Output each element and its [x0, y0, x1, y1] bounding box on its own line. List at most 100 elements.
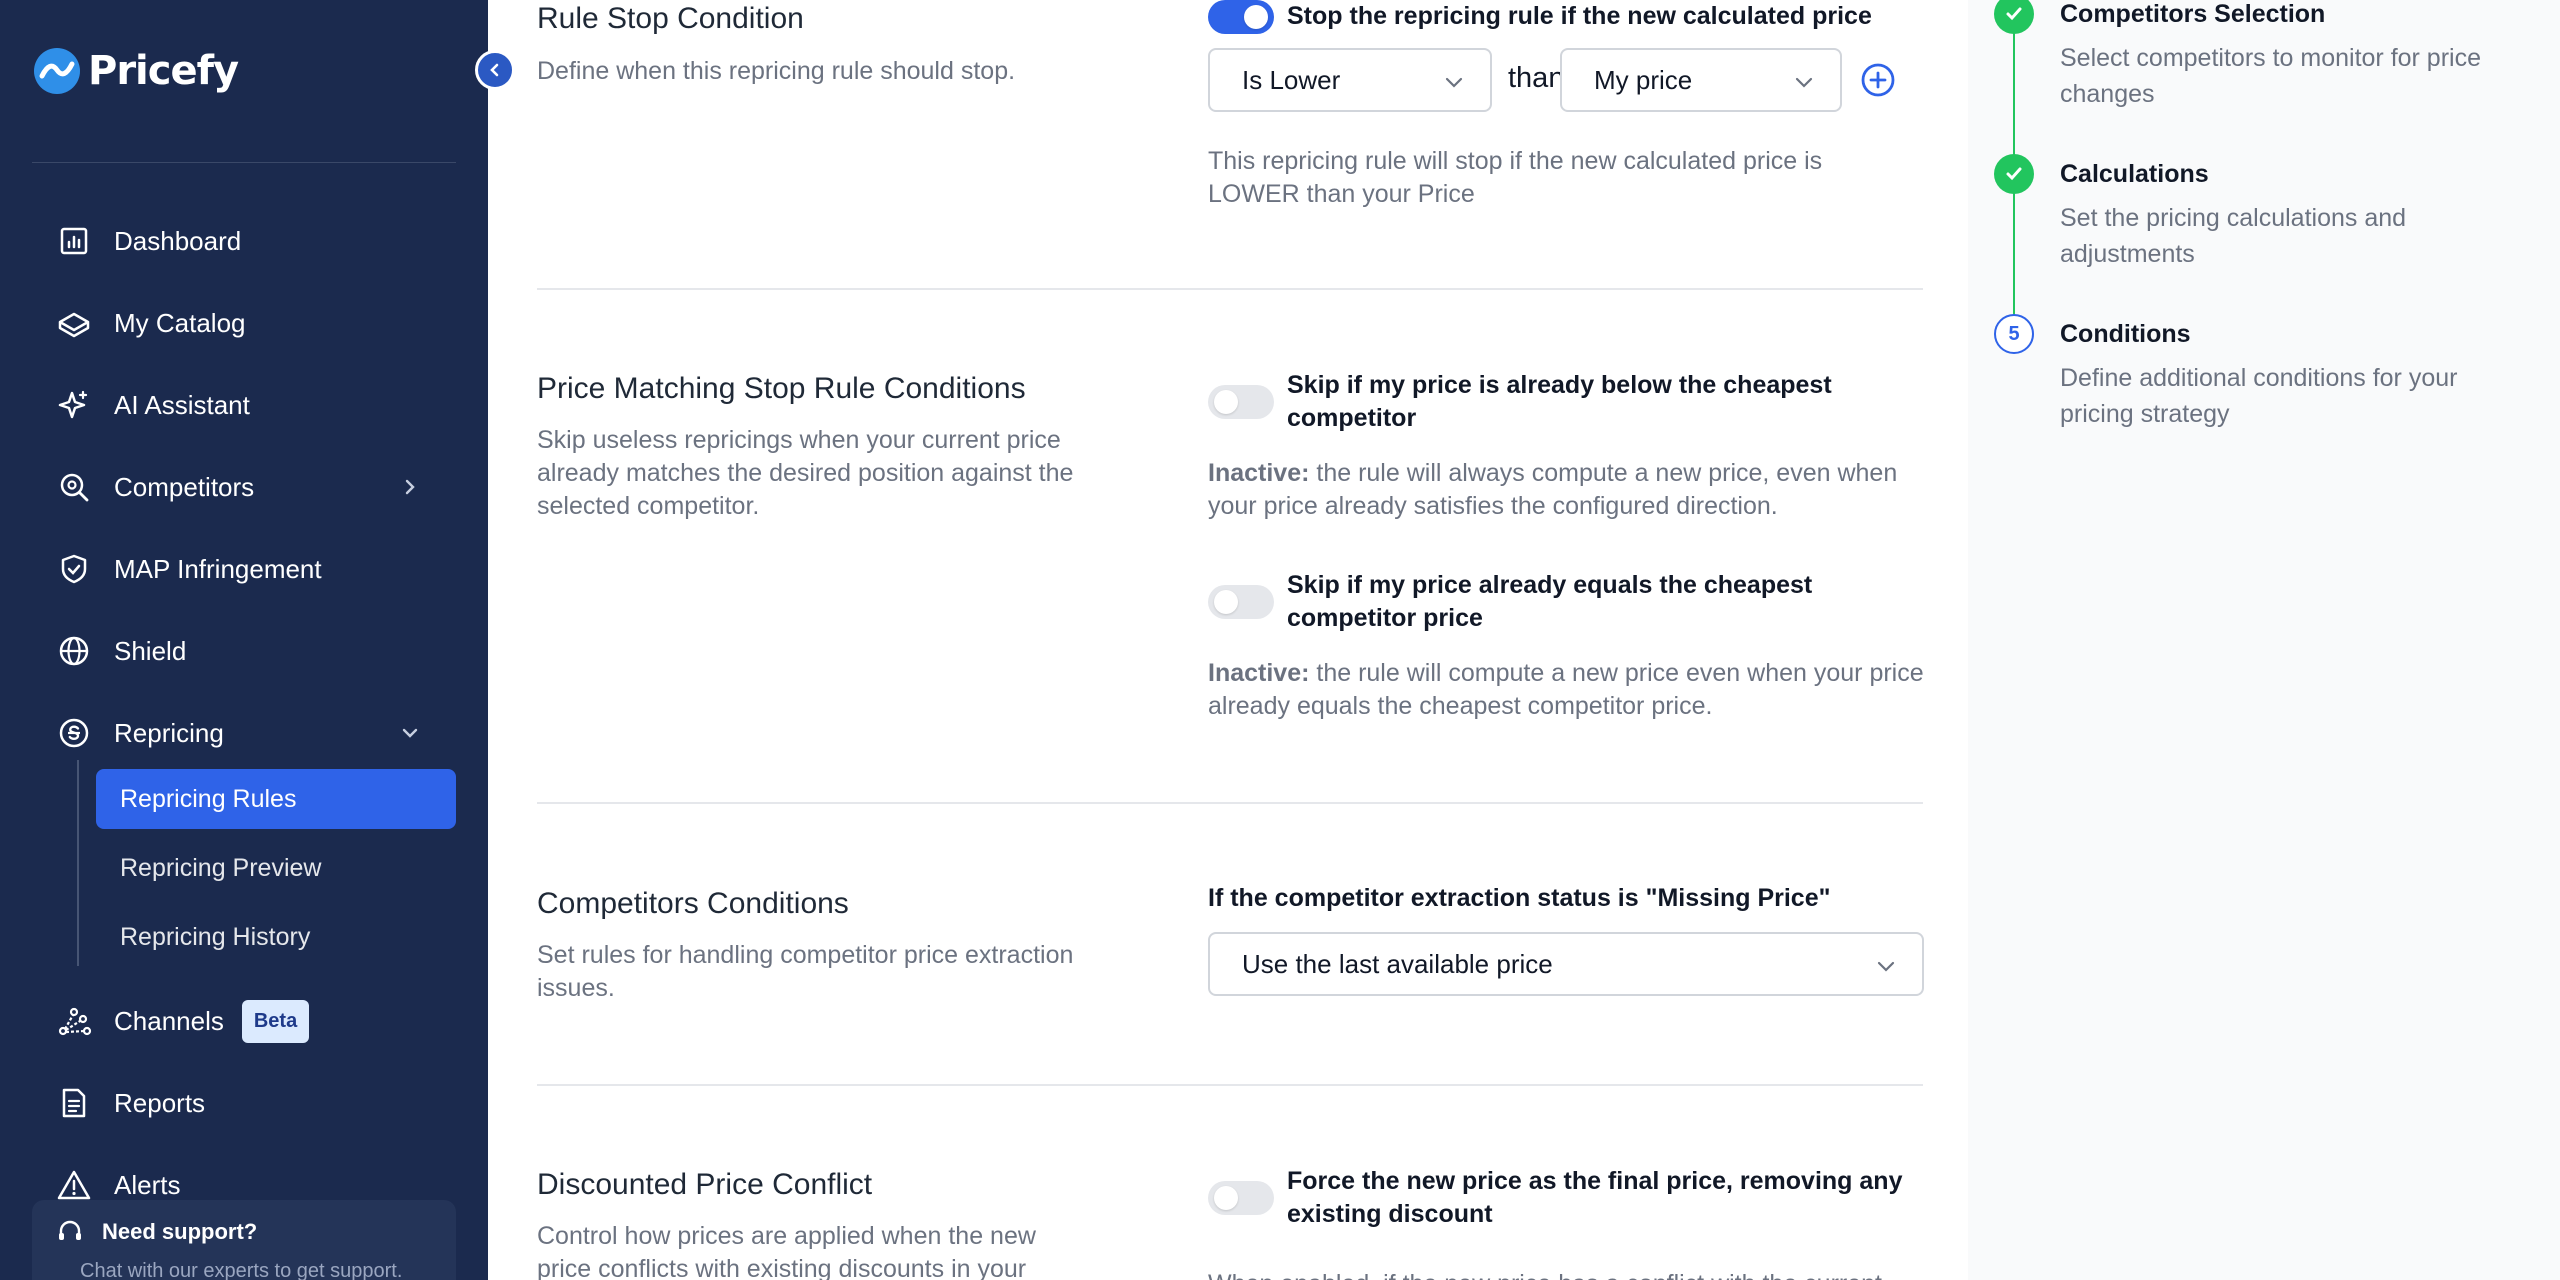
- sidebar-subitem-repricing-history[interactable]: Repricing History: [96, 907, 456, 967]
- chevron-down-icon: [396, 719, 424, 747]
- pricefy-logo[interactable]: Pricefy: [32, 46, 239, 96]
- reference-select[interactable]: My price: [1560, 48, 1842, 112]
- sidebar-item-map-infringement[interactable]: MAP Infringement: [56, 544, 322, 594]
- section-title-competitors-conditions: Competitors Conditions: [537, 887, 849, 920]
- skip-below-cheapest-help: Inactive: the rule will always compute a…: [1208, 457, 1928, 523]
- support-title: Need support?: [102, 1219, 258, 1244]
- skip-below-cheapest-toggle[interactable]: [1208, 385, 1274, 419]
- bar-chart-icon: [56, 223, 92, 259]
- globe-icon: [56, 633, 92, 669]
- section-desc-competitors-conditions: Set rules for handling competitor price …: [537, 941, 1074, 1002]
- support-subtitle: Chat with our experts to get support.: [80, 1260, 403, 1280]
- channels-icon: [56, 1003, 92, 1039]
- force-final-price-toggle[interactable]: [1208, 1181, 1274, 1215]
- step-connector: [2013, 186, 2015, 318]
- sidebar-item-shield[interactable]: Shield: [56, 626, 186, 676]
- sidebar-item-channels[interactable]: Channels Beta: [56, 996, 310, 1046]
- main-content: Rule Stop Condition Define when this rep…: [488, 0, 1968, 1280]
- chevron-left-icon: [490, 63, 499, 77]
- sidebar-item-reports[interactable]: Reports: [56, 1078, 205, 1128]
- sidebar-divider: [32, 162, 456, 163]
- help-text: the rule will always compute a new price…: [1208, 459, 1898, 520]
- chevron-down-icon: [1877, 961, 1895, 972]
- warning-icon: [56, 1167, 92, 1203]
- support-card[interactable]: Need support? Chat with our experts to g…: [32, 1200, 456, 1280]
- collapse-sidebar-button[interactable]: [475, 50, 515, 90]
- missing-price-select-value: Use the last available price: [1242, 948, 1553, 979]
- force-final-price-help: When enabled, if the new price has a con…: [1208, 1268, 1928, 1280]
- step-title-conditions[interactable]: Conditions: [2060, 320, 2191, 349]
- sidebar-item-repricing[interactable]: Repricing: [56, 708, 436, 758]
- section-desc-discounted: Control how prices are applied when the …: [537, 1222, 1036, 1280]
- stop-rule-toggle-label: Stop the repricing rule if the new calcu…: [1287, 2, 1872, 30]
- step-title-competitors-selection[interactable]: Competitors Selection: [2060, 0, 2325, 29]
- sidebar-item-label: Dashboard: [114, 225, 242, 256]
- step-desc: Set the pricing calculations and adjustm…: [2060, 204, 2407, 268]
- section-desc-rule-stop: Define when this repricing rule should s…: [537, 57, 1016, 85]
- force-final-price-label: Force the new price as the final price, …: [1287, 1167, 1903, 1228]
- document-icon: [56, 1085, 92, 1121]
- search-icon: [56, 469, 92, 505]
- missing-price-select[interactable]: Use the last available price: [1208, 932, 1924, 996]
- box-icon: [56, 305, 92, 341]
- skip-equals-cheapest-toggle[interactable]: [1208, 585, 1274, 619]
- skip-equals-cheapest-help: Inactive: the rule will compute a new pr…: [1208, 657, 1928, 723]
- shield-check-icon: [56, 551, 92, 587]
- operator-select-value: Is Lower: [1242, 64, 1341, 95]
- skip-below-cheapest-label: Skip if my price is already below the ch…: [1287, 371, 1832, 432]
- beta-badge: Beta: [241, 999, 310, 1043]
- chevron-right-icon: [396, 473, 424, 501]
- step-done-icon: [1994, 0, 2034, 34]
- section-title-rule-stop: Rule Stop Condition: [537, 2, 804, 35]
- sidebar-item-competitors[interactable]: Competitors: [56, 462, 436, 512]
- sidebar-subitem-repricing-rules[interactable]: Repricing Rules: [96, 769, 456, 829]
- missing-price-field-label: If the competitor extraction status is "…: [1208, 884, 1831, 912]
- sidebar-item-label: Competitors: [114, 471, 255, 502]
- sidebar-item-label: Channels: [114, 1005, 224, 1036]
- chevron-down-icon: [1445, 77, 1463, 88]
- steps-panel: Competitors Selection Select competitors…: [1968, 0, 2560, 1280]
- sidebar-subitem-repricing-preview[interactable]: Repricing Preview: [96, 838, 456, 898]
- brand-name: Pricefy: [88, 48, 239, 94]
- rule-stop-help-text: This repricing rule will stop if the new…: [1208, 147, 1823, 208]
- section-divider: [537, 802, 1923, 804]
- sidebar-item-label: My Catalog: [114, 307, 246, 338]
- sidebar-item-dashboard[interactable]: Dashboard: [56, 216, 241, 266]
- sidebar-item-ai-assistant[interactable]: AI Assistant: [56, 380, 250, 430]
- sidebar-item-label: Reports: [114, 1087, 206, 1118]
- section-divider: [537, 288, 1923, 290]
- step-connector: [2013, 26, 2015, 158]
- section-title-discounted: Discounted Price Conflict: [537, 1168, 873, 1201]
- chevron-down-icon: [1795, 77, 1813, 88]
- operator-select[interactable]: Is Lower: [1208, 48, 1492, 112]
- step-desc: Select competitors to monitor for price …: [2060, 44, 2481, 108]
- than-label: than: [1508, 62, 1565, 94]
- sidebar-item-label: MAP Infringement: [114, 553, 322, 584]
- sidebar-item-my-catalog[interactable]: My Catalog: [56, 298, 246, 348]
- step-done-icon: [1994, 154, 2034, 194]
- pricefy-logo-icon: [34, 48, 80, 94]
- check-icon: [2006, 7, 2022, 21]
- repricing-icon: [56, 715, 92, 751]
- section-title-price-matching: Price Matching Stop Rule Conditions: [537, 372, 1026, 405]
- sidebar-item-label: Repricing: [114, 717, 224, 748]
- submenu-line: [77, 760, 79, 966]
- step-title-calculations[interactable]: Calculations: [2060, 160, 2209, 189]
- headset-icon: [59, 1220, 81, 1240]
- step-number-badge: 5: [1994, 314, 2034, 354]
- skip-equals-cheapest-label: Skip if my price already equals the chea…: [1287, 571, 1813, 632]
- stop-rule-toggle[interactable]: [1208, 0, 1274, 34]
- add-condition-button[interactable]: [1860, 62, 1896, 98]
- sparkle-icon: [56, 387, 92, 423]
- status-inactive: Inactive:: [1208, 659, 1310, 687]
- section-divider: [537, 1084, 1923, 1086]
- sidebar: Pricefy Dashboard My Catalog AI Assistan…: [0, 0, 488, 1280]
- check-icon: [2006, 167, 2022, 181]
- section-desc-price-matching: Skip useless repricings when your curren…: [537, 426, 1074, 520]
- sidebar-item-label: Shield: [114, 635, 187, 666]
- sidebar-item-label: AI Assistant: [114, 389, 250, 420]
- sidebar-item-label: Alerts: [114, 1169, 181, 1200]
- reference-select-value: My price: [1594, 64, 1693, 95]
- step-desc: Define additional conditions for your pr…: [2060, 364, 2458, 428]
- status-inactive: Inactive:: [1208, 459, 1310, 487]
